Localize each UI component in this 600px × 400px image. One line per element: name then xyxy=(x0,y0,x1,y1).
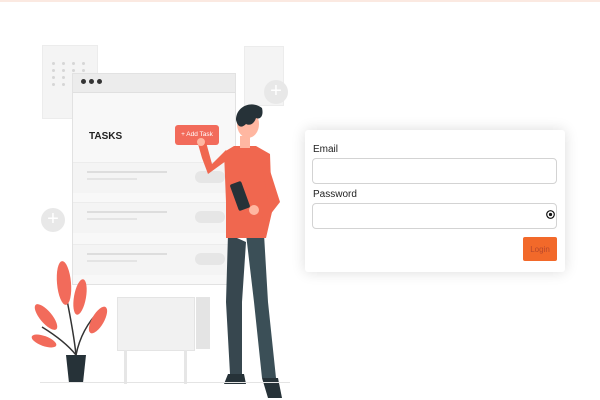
password-field[interactable] xyxy=(312,203,557,229)
login-button[interactable]: Login xyxy=(523,237,557,261)
tasks-title: TASKS xyxy=(89,131,123,142)
plus-icon: + xyxy=(41,208,65,232)
cabinet xyxy=(117,297,210,384)
email-field[interactable] xyxy=(312,158,557,184)
login-card: Email Password Login xyxy=(305,130,565,272)
plant-illustration xyxy=(31,261,108,383)
task-illustration: + + TASKS + Add Task xyxy=(0,0,300,400)
person-illustration xyxy=(197,104,282,398)
window-dots-icon xyxy=(81,79,102,84)
plus-icon: + xyxy=(264,80,288,104)
email-label: Email xyxy=(313,144,339,155)
password-label: Password xyxy=(313,189,357,200)
eye-icon[interactable] xyxy=(546,210,555,219)
floor-line xyxy=(40,382,290,383)
window-titlebar xyxy=(73,74,235,93)
